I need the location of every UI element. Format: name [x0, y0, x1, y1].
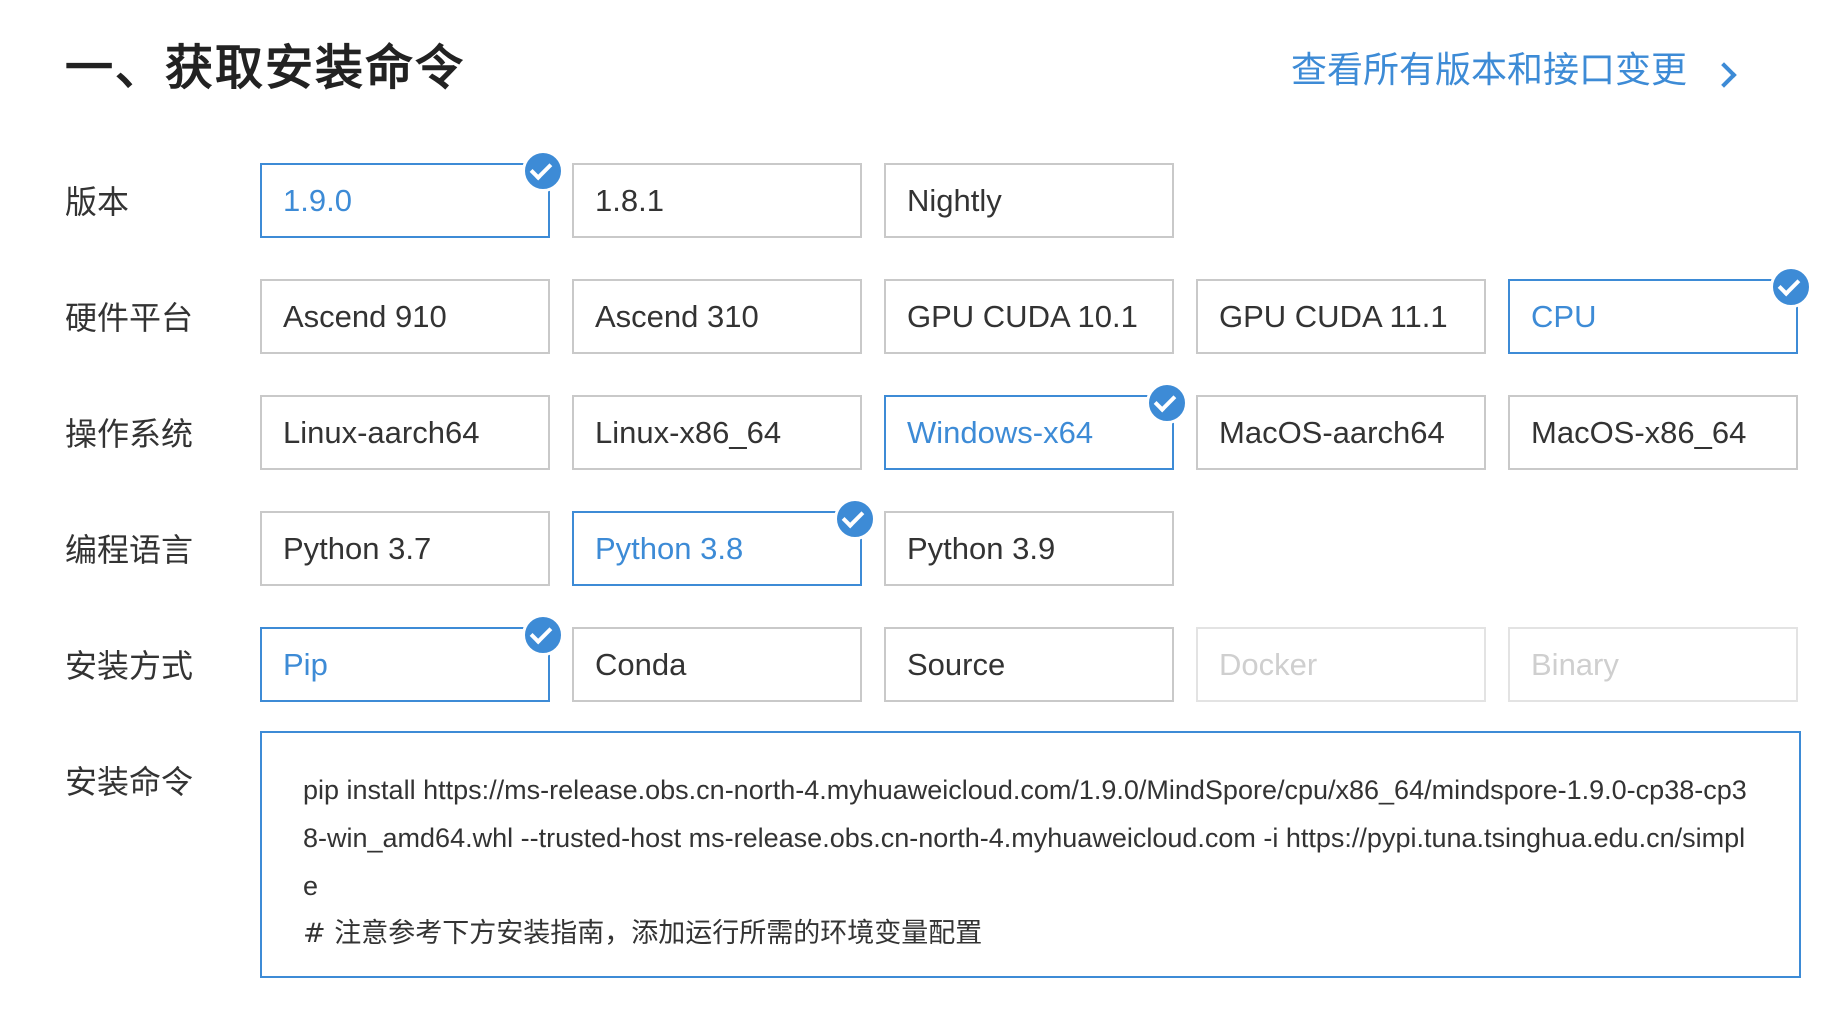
row-label-language: 编程语言 — [65, 531, 194, 569]
option-os-macos-aarch64[interactable]: MacOS-aarch64 — [1196, 395, 1486, 470]
option-label: Ascend 310 — [595, 299, 759, 334]
option-label: Python 3.8 — [595, 531, 744, 566]
check-circle-icon — [522, 614, 564, 656]
option-label: Binary — [1531, 647, 1619, 682]
option-label: Linux-aarch64 — [283, 415, 480, 450]
option-os-linux-x86-64[interactable]: Linux-x86_64 — [572, 395, 862, 470]
check-circle-icon — [522, 150, 564, 192]
option-label: Source — [907, 647, 1006, 682]
option-language-python-3-7[interactable]: Python 3.7 — [260, 511, 550, 586]
option-label: Conda — [595, 647, 687, 682]
option-label: Python 3.7 — [283, 531, 432, 566]
option-os-linux-aarch64[interactable]: Linux-aarch64 — [260, 395, 550, 470]
check-circle-icon — [1146, 382, 1188, 424]
option-label: GPU CUDA 10.1 — [907, 299, 1138, 334]
option-os-windows-x64[interactable]: Windows-x64 — [884, 382, 1188, 470]
option-hardware-cpu[interactable]: CPU — [1508, 266, 1812, 354]
row-label-hardware: 硬件平台 — [65, 299, 194, 337]
page-title: 一、获取安装命令 — [65, 40, 466, 96]
row-label-command: 安装命令 — [65, 763, 194, 801]
option-label: MacOS-aarch64 — [1219, 415, 1445, 450]
option-label: GPU CUDA 11.1 — [1219, 299, 1448, 334]
option-label: 1.8.1 — [595, 183, 664, 218]
option-version-nightly[interactable]: Nightly — [884, 163, 1174, 238]
option-label: Ascend 910 — [283, 299, 447, 334]
option-hardware-ascend-910[interactable]: Ascend 910 — [260, 279, 550, 354]
option-hardware-gpu-cuda-11-1[interactable]: GPU CUDA 11.1 — [1196, 279, 1486, 354]
install-command-box[interactable]: pip install https://ms-release.obs.cn-no… — [260, 731, 1801, 978]
option-label: Docker — [1219, 647, 1318, 682]
changelog-link[interactable]: 查看所有版本和接口变更 — [1290, 44, 1737, 98]
option-install-conda[interactable]: Conda — [572, 627, 862, 702]
row-label-version: 版本 — [65, 183, 130, 221]
check-circle-icon — [834, 498, 876, 540]
install-command-text[interactable]: pip install https://ms-release.obs.cn-no… — [303, 766, 1759, 910]
option-install-pip[interactable]: Pip — [260, 614, 564, 702]
option-install-docker: Docker — [1196, 627, 1486, 702]
option-os-macos-x86-64[interactable]: MacOS-x86_64 — [1508, 395, 1798, 470]
option-language-python-3-8[interactable]: Python 3.8 — [572, 498, 876, 586]
option-label: MacOS-x86_64 — [1531, 415, 1747, 450]
option-install-binary: Binary — [1508, 627, 1798, 702]
install-command-note: # 注意参考下方安装指南，添加运行所需的环境变量配置 — [303, 918, 983, 949]
check-circle-icon — [1770, 266, 1812, 308]
option-language-python-3-9[interactable]: Python 3.9 — [884, 511, 1174, 586]
option-label: Linux-x86_64 — [595, 415, 782, 450]
option-version-1-8-1[interactable]: 1.8.1 — [572, 163, 862, 238]
option-label: Pip — [283, 647, 328, 682]
option-label: CPU — [1531, 299, 1597, 334]
option-hardware-gpu-cuda-10-1[interactable]: GPU CUDA 10.1 — [884, 279, 1174, 354]
option-label: Nightly — [907, 183, 1002, 218]
option-label: 1.9.0 — [283, 183, 352, 218]
option-label: Python 3.9 — [907, 531, 1056, 566]
option-version-1-9-0[interactable]: 1.9.0 — [260, 150, 564, 238]
chevron-right-icon — [1711, 62, 1737, 88]
row-label-install-method: 安装方式 — [65, 647, 194, 685]
option-hardware-ascend-310[interactable]: Ascend 310 — [572, 279, 862, 354]
option-label: Windows-x64 — [907, 415, 1094, 450]
row-label-os: 操作系统 — [65, 415, 194, 453]
option-install-source[interactable]: Source — [884, 627, 1174, 702]
changelog-link-label: 查看所有版本和接口变更 — [1290, 50, 1687, 91]
